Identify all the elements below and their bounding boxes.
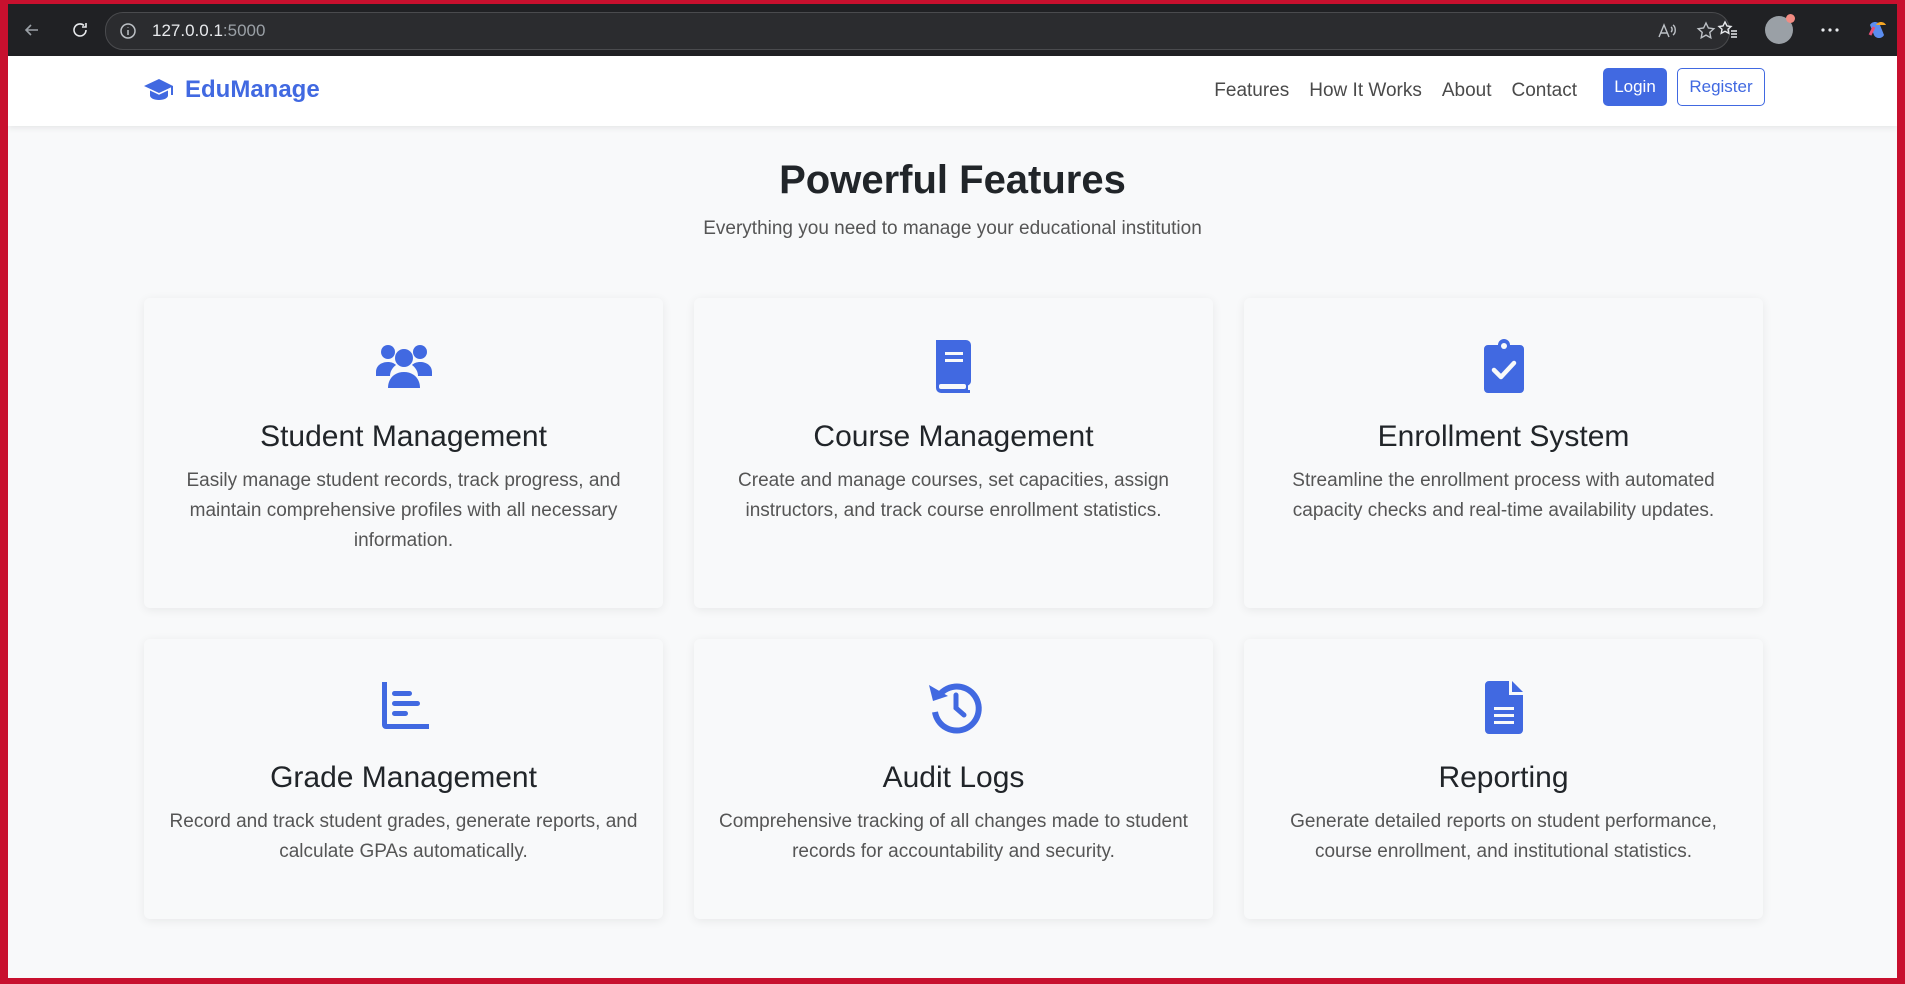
feature-description: Easily manage student records, track pro… [186,470,621,551]
nav-link-contact[interactable]: Contact [1512,80,1577,102]
nav-links: Features How It Works About Contact [1214,80,1577,102]
url-port: :5000 [222,21,266,40]
feature-card: Audit Logs Comprehensive tracking of all… [694,639,1213,919]
favorites-icon[interactable] [1717,19,1739,41]
feature-title: Course Management [813,420,1094,453]
more-menu-icon[interactable] [1819,19,1841,41]
feature-description: Comprehensive tracking of all changes ma… [719,811,1188,862]
site-navbar: EduManage Features How It Works About Co… [8,56,1897,126]
feature-title: Reporting [1438,761,1569,794]
nav-link-about[interactable]: About [1442,80,1492,102]
url-host: 127.0.0.1 [152,21,223,40]
read-aloud-icon[interactable] [1655,20,1677,42]
url-text: 127.0.0.1:5000 [152,21,265,41]
feature-description: Streamline the enrollment process with a… [1292,470,1715,521]
users-icon [375,345,432,388]
site-info-icon[interactable] [118,21,138,41]
feature-card: Enrollment System Streamline the enrollm… [1244,298,1763,608]
section-subtitle: Everything you need to manage your educa… [703,218,1202,239]
section-title: Powerful Features [779,158,1126,202]
brand-name: EduManage [185,76,320,103]
feature-description: Create and manage courses, set capacitie… [738,470,1169,521]
book-icon [935,340,971,393]
file-alt-icon [1484,681,1523,734]
feature-card: Reporting Generate detailed reports on s… [1244,639,1763,919]
feature-card: Course Management Create and manage cour… [694,298,1213,608]
nav-link-features[interactable]: Features [1214,80,1289,102]
browser-window: 127.0.0.1:5000 EduManage Features How It… [8,0,1897,978]
nav-link-how-it-works[interactable]: How It Works [1309,80,1422,102]
chart-bar-icon [381,682,429,729]
feature-card: Student Management Easily manage student… [144,298,663,608]
history-icon [928,683,982,734]
feature-description: Record and track student grades, generat… [169,811,638,862]
features-grid: Student Management Easily manage student… [144,298,1763,919]
address-bar[interactable]: 127.0.0.1:5000 [105,12,1730,50]
favorite-star-icon[interactable] [1695,20,1717,42]
reload-icon[interactable] [66,16,94,44]
graduation-cap-icon [144,79,173,100]
feature-title: Enrollment System [1377,420,1630,453]
feature-description: Generate detailed reports on student per… [1290,811,1717,862]
login-button[interactable]: Login [1603,68,1667,106]
browser-toolbar: 127.0.0.1:5000 [8,4,1897,56]
feature-title: Student Management [260,420,547,453]
profile-avatar[interactable] [1765,14,1795,44]
feature-card: Grade Management Record and track studen… [144,639,663,919]
feature-title: Grade Management [270,761,537,794]
feature-title: Audit Logs [882,761,1025,794]
register-button[interactable]: Register [1677,68,1765,106]
clipboard-check-icon [1483,339,1524,393]
copilot-icon[interactable] [1867,19,1889,41]
back-icon[interactable] [18,16,46,44]
brand-logo[interactable]: EduManage [143,76,320,104]
